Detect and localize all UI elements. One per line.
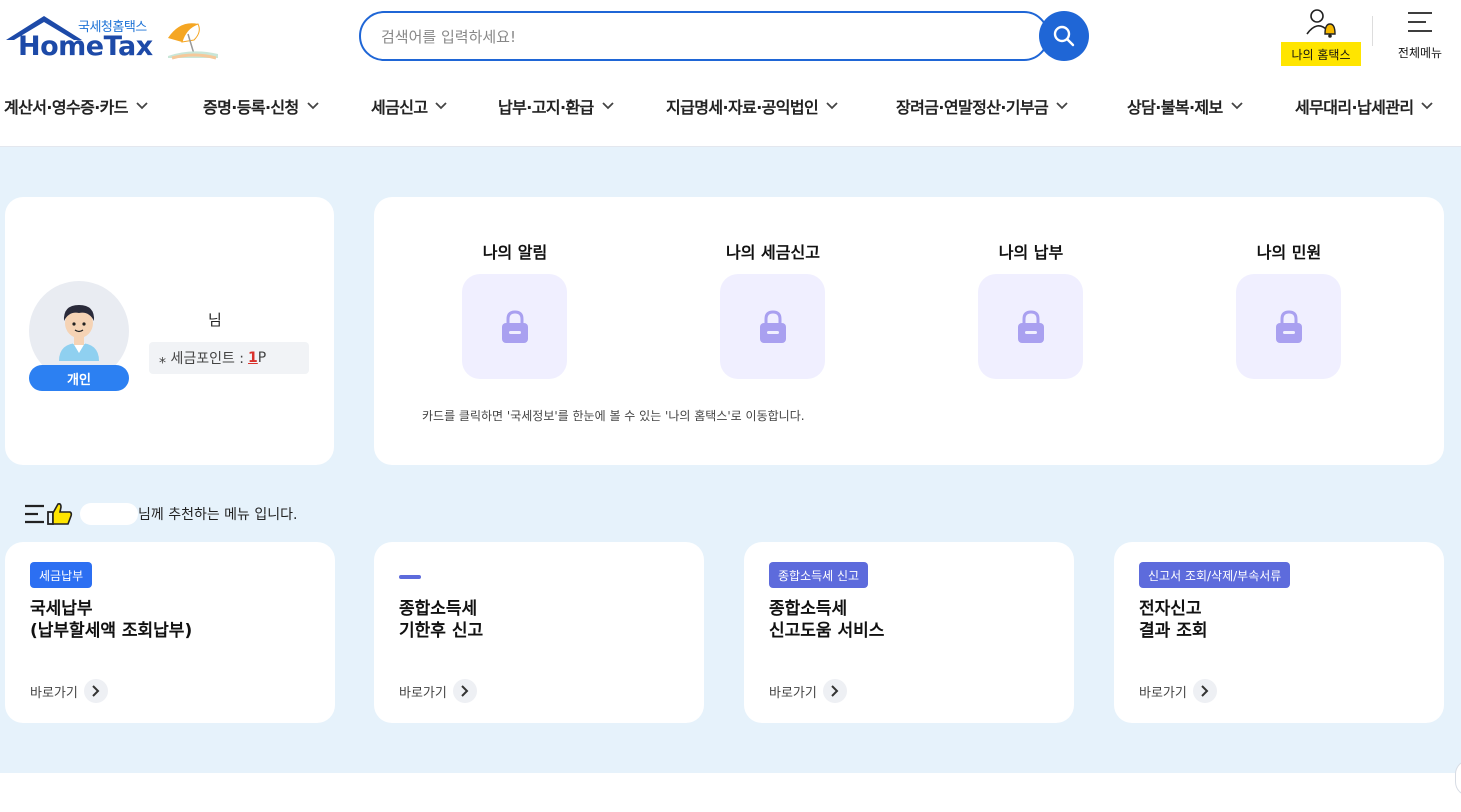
lock-icon [501,309,528,343]
card-category-tag: 신고서 조회/삭제/부속서류 [1139,562,1291,588]
quick-item-title: 나의 세금신고 [726,243,820,262]
gnb-item-invoice-receipt-card[interactable]: 계산서·영수증·카드 [4,90,148,122]
go-link-label: 바로가기 [30,685,78,701]
carousel-next-tab[interactable] [1455,760,1461,796]
user-bell-icon [1306,9,1336,38]
quick-card-note: 카드를 클릭하면 '국세정보'를 한눈에 볼 수 있는 '나의 홈택스'로 이동… [422,409,805,423]
gnb-item-payment-statement[interactable]: 지급명세·자료·공익법인 [666,90,838,122]
recommend-card-late-filing[interactable]: 종합소득세 기한후 신고 바로가기 [374,542,704,723]
my-hometax-quick-card: 나의 알림 나의 세금신고 나의 납부 나의 민원 카드를 클릭하면 '국세정보… [374,197,1444,465]
quick-item-tile[interactable] [978,274,1083,379]
gnb-item-label: 세금신고 [371,98,428,117]
recommend-card-income-tax-help[interactable]: 종합소득세 신고 종합소득세 신고도움 서비스 바로가기 [744,542,1074,723]
quick-item-title: 나의 민원 [1256,243,1322,262]
quick-item-tile[interactable] [720,274,825,379]
lock-icon [1275,309,1302,343]
chevron-down-icon [1231,102,1243,110]
search-icon [1053,25,1075,47]
go-link[interactable]: 바로가기 [1139,679,1217,703]
gnb-item-label: 상담·불복·제보 [1127,98,1223,117]
card-category-tag: 세금납부 [30,562,93,588]
gnb-item-certificate[interactable]: 증명·등록·신청 [203,90,319,122]
profile-card: 개인 님 ⁎ 세금포인트 : 1 P [5,197,334,465]
chevron-right-icon [1192,679,1217,703]
chevron-down-icon [1056,102,1068,110]
all-menu-label: 전체메뉴 [1397,46,1443,60]
list-thumbs-up-icon [25,503,73,525]
go-link[interactable]: 바로가기 [769,679,847,703]
lock-icon [759,309,786,343]
my-hometax-button[interactable]: 나의 홈택스 [1281,8,1361,66]
tax-point-unit: P [257,350,267,366]
gnb-item-tax-agent[interactable]: 세무대리·납세관리 [1295,90,1434,122]
tax-point-value[interactable]: 1 [248,350,258,366]
my-hometax-label: 나의 홈택스 [1281,42,1361,66]
lock-icon [1017,309,1044,343]
go-link-label: 바로가기 [399,685,447,701]
quick-item-tile[interactable] [462,274,567,379]
search-button[interactable] [1039,11,1089,61]
chevron-down-icon [307,102,319,110]
card-category-tag: 종합소득세 신고 [769,562,869,588]
all-menu-button[interactable]: 전체메뉴 [1388,10,1452,62]
gnb-item-label: 장려금·연말정산·기부금 [896,98,1049,117]
gnb-item-label: 지급명세·자료·공익법인 [666,98,819,117]
go-link-label: 바로가기 [769,685,817,701]
quick-item-tile[interactable] [1236,274,1341,379]
gnb-item-payment-refund[interactable]: 납부·고지·환급 [498,90,614,122]
site-header: 국세청홈택스 HomeTax 나의 홈택스 [0,0,1461,147]
gnb-item-incentive-yearend[interactable]: 장려금·연말정산·기부금 [896,90,1068,122]
card-title: 종합소득세 기한후 신고 [399,599,484,641]
gnb-item-label: 납부·고지·환급 [498,98,594,117]
chevron-down-icon [1421,102,1434,110]
beach-umbrella-icon [168,23,218,60]
header-divider [1372,16,1373,46]
global-navigation: 계산서·영수증·카드 증명·등록·신청 세금신고 납부·고지·환급 지급명세·자… [0,90,1461,122]
chevron-down-icon [826,102,838,110]
go-link-label: 바로가기 [1139,685,1187,701]
go-link[interactable]: 바로가기 [30,679,108,703]
quick-item-title: 나의 알림 [482,243,548,262]
hometax-logo[interactable]: 국세청홈택스 HomeTax [4,12,224,68]
chevron-down-icon [602,102,614,110]
masked-user-name [80,503,138,525]
chevron-right-icon [452,679,477,703]
tax-point-box: ⁎ 세금포인트 : 1 P [149,342,309,374]
recommend-card-efiling-result[interactable]: 신고서 조회/삭제/부속서류 전자신고 결과 조회 바로가기 [1114,542,1444,723]
chevron-right-icon [83,679,108,703]
search-input[interactable] [381,25,981,49]
recommend-text: 님께 추천하는 메뉴 입니다. [138,507,298,523]
logo-wordmark: HomeTax [18,31,153,62]
card-title: 종합소득세 신고도움 서비스 [769,599,885,641]
user-name-suffix: 님 [208,311,222,329]
quick-item-title: 나의 납부 [998,243,1064,262]
gnb-item-tax-filing[interactable]: 세금신고 [371,90,448,122]
tax-point-label: ⁎ 세금포인트 : [159,351,245,367]
chevron-down-icon [435,102,448,110]
go-link[interactable]: 바로가기 [399,679,477,703]
chevron-down-icon [136,102,148,110]
gnb-item-label: 증명·등록·신청 [203,98,299,117]
recommend-card-national-tax-payment[interactable]: 세금납부 국세납부 (납부할세액 조회납부) 바로가기 [5,542,335,723]
chevron-right-icon [822,679,847,703]
main-content: 개인 님 ⁎ 세금포인트 : 1 P 나의 알림 나의 세금신고 나의 납부 나… [0,147,1461,796]
gnb-item-consult-appeal[interactable]: 상담·불복·제보 [1127,90,1243,122]
card-title: 전자신고 결과 조회 [1139,599,1208,641]
search-box [359,11,1049,61]
recommend-heading: 님께 추천하는 메뉴 입니다. [24,500,297,528]
card-accent-dash [399,575,421,579]
gnb-item-label: 세무대리·납세관리 [1295,98,1414,117]
hamburger-menu-icon [1408,12,1432,32]
card-title: 국세납부 (납부할세액 조회납부) [30,599,193,641]
account-type-badge: 개인 [29,365,129,391]
gnb-item-label: 계산서·영수증·카드 [4,98,129,117]
